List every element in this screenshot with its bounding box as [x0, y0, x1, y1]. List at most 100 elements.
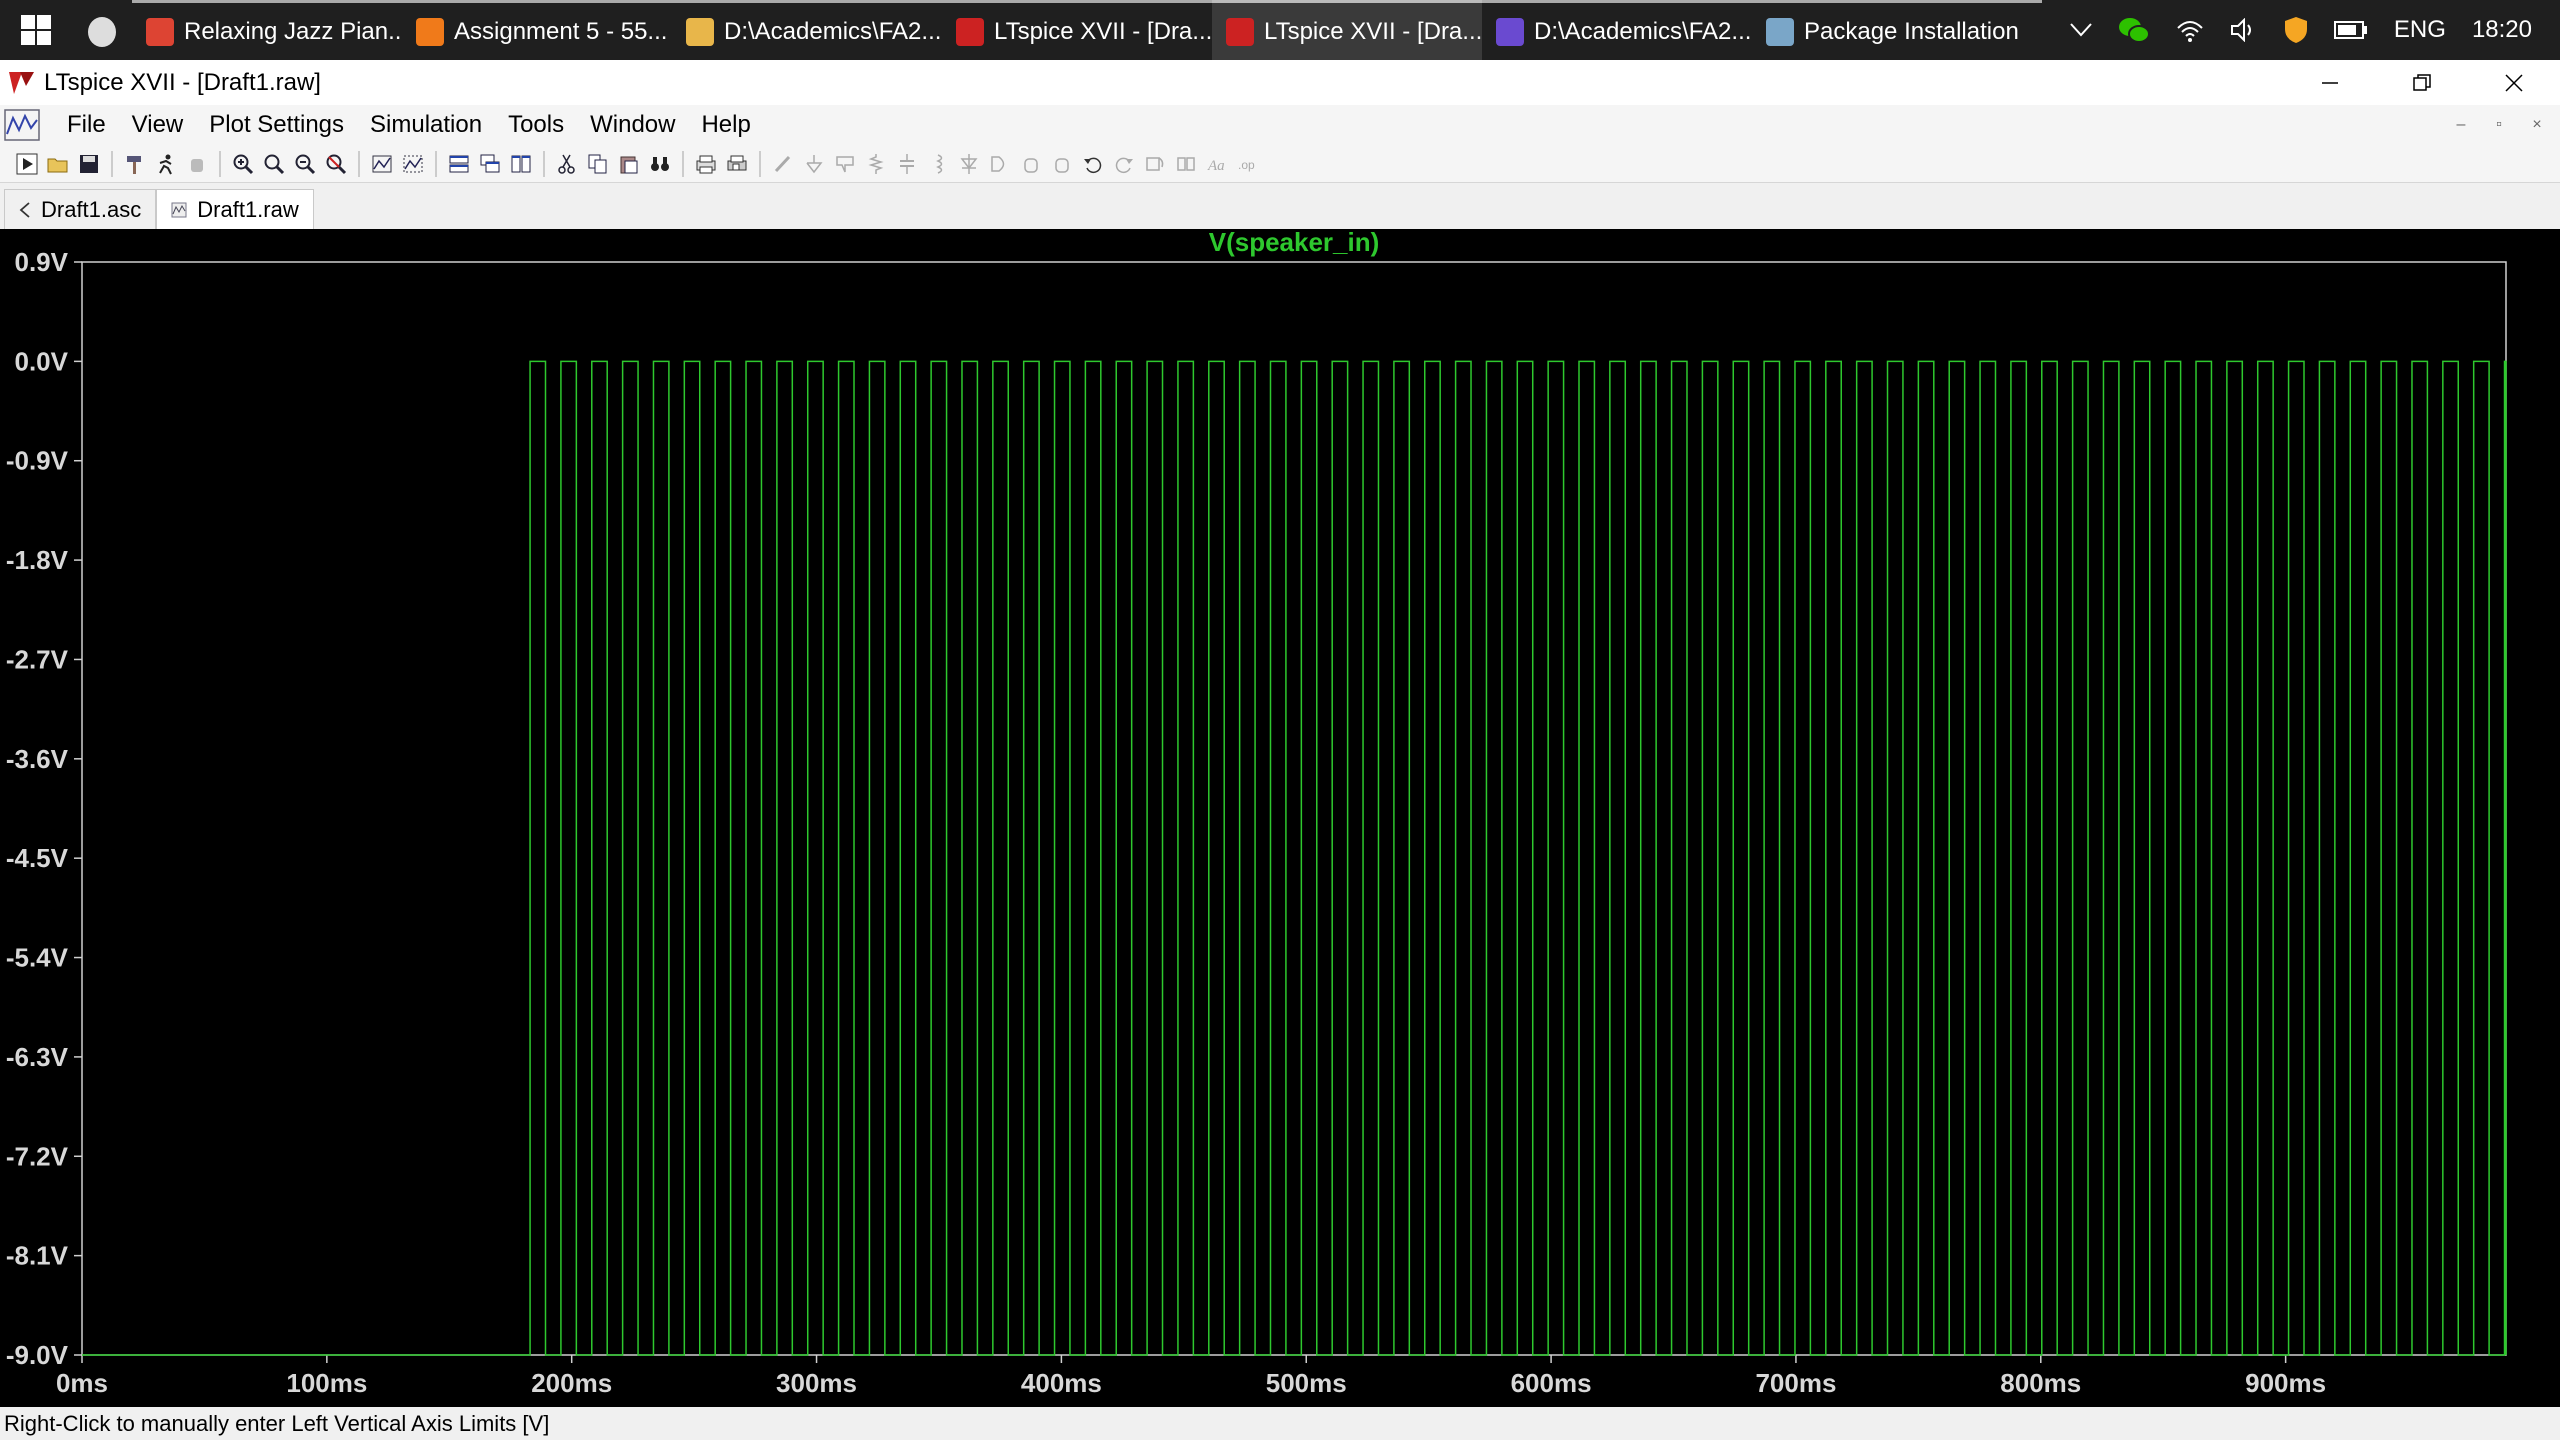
control-panel-button[interactable]	[122, 151, 148, 177]
menu-view[interactable]: View	[119, 111, 197, 139]
cascade-button[interactable]	[477, 151, 503, 177]
mdi-restore-button[interactable]: ▫	[2480, 107, 2518, 143]
rotate-button[interactable]	[1142, 151, 1168, 177]
waveform-plot-pane[interactable]: 0.9V 0.0V -0.9V -1.8V -2.7V -3.6V -4.5V -5.4V -6…	[0, 229, 2560, 1407]
grid-button[interactable]	[400, 151, 426, 177]
taskbar-item[interactable]: LTspice XVII - [Dra...	[942, 0, 1212, 60]
y-axis[interactable]: 0.9V 0.0V -0.9V -1.8V -2.7V -3.6V -4.5V -5.4V -6…	[6, 247, 82, 1370]
language-indicator[interactable]: ENG	[2394, 16, 2446, 44]
taskbar-pinned-app[interactable]	[72, 0, 132, 60]
mdi-close-button[interactable]: ×	[2518, 107, 2556, 143]
chevron-up-icon[interactable]	[2070, 23, 2092, 37]
menu-simulation[interactable]: Simulation	[357, 111, 495, 139]
clock[interactable]: 18:20	[2472, 16, 2532, 44]
menu-help[interactable]: Help	[688, 111, 763, 139]
capacitor-button[interactable]	[894, 151, 920, 177]
run-button[interactable]	[14, 151, 40, 177]
move-button[interactable]	[1018, 151, 1044, 177]
y-tick-label: -0.9V	[6, 446, 69, 476]
zoom-out-button[interactable]	[292, 151, 318, 177]
y-tick-label: 0.9V	[15, 247, 69, 277]
undo-button[interactable]	[1080, 151, 1106, 177]
waveform-chart[interactable]: 0.9V 0.0V -0.9V -1.8V -2.7V -3.6V -4.5V -5.4V -6…	[0, 229, 2560, 1407]
trace-group[interactable]	[82, 360, 2507, 1356]
close-button[interactable]	[2468, 60, 2560, 105]
tab-draft1-asc[interactable]: Draft1.asc	[4, 189, 157, 229]
draw-wire-button[interactable]	[770, 151, 796, 177]
zoom-fit-button[interactable]	[323, 151, 349, 177]
print-preview-button[interactable]	[724, 151, 750, 177]
minimize-button[interactable]	[2284, 60, 2376, 105]
taskbar-item[interactable]: Assignment 5 - 55...	[402, 0, 672, 60]
minimize-icon: –	[2456, 116, 2466, 133]
y-tick-label: -9.0V	[6, 1340, 69, 1370]
resistor-button[interactable]	[863, 151, 889, 177]
battery-icon[interactable]	[2333, 21, 2368, 39]
volume-icon[interactable]	[2230, 18, 2258, 42]
mdi-minimize-button[interactable]: –	[2442, 107, 2480, 143]
taskbar-item[interactable]: D:\Academics\FA2...	[1482, 0, 1752, 60]
ltspice-icon	[956, 17, 984, 46]
x-tick-label: 100ms	[286, 1368, 367, 1398]
start-button[interactable]	[0, 0, 72, 60]
save-button[interactable]	[76, 151, 102, 177]
menu-file[interactable]: File	[54, 111, 119, 139]
mirror-button[interactable]	[1173, 151, 1199, 177]
spice-directive-button[interactable]: .op	[1235, 151, 1261, 177]
x-tick-label: 900ms	[2245, 1368, 2326, 1398]
magnifier-icon	[264, 154, 285, 174]
copy-button[interactable]	[585, 151, 611, 177]
ltspice-icon[interactable]	[4, 66, 38, 100]
menu-bar: File View Plot Settings Simulation Tools Wind…	[0, 105, 2560, 145]
taskbar-item-label: Assignment 5 - 55...	[454, 17, 668, 45]
open-button[interactable]	[45, 151, 71, 177]
zoom-in-button[interactable]	[230, 151, 256, 177]
taskbar-item-label: LTspice XVII - [Dra...	[1264, 17, 1482, 45]
cut-button[interactable]	[554, 151, 580, 177]
diode-button[interactable]	[956, 151, 982, 177]
wifi-icon[interactable]	[2176, 18, 2204, 42]
taskbar-item[interactable]: D:\Academics\FA2...	[672, 0, 942, 60]
redo-button[interactable]	[1111, 151, 1137, 177]
tab-draft1-raw[interactable]: Draft1.raw	[156, 189, 314, 229]
trace-speaker-in[interactable]	[82, 360, 2507, 1356]
status-bar: Right-Click to manually enter Left Verti…	[0, 1407, 2560, 1440]
component-button[interactable]	[987, 151, 1013, 177]
inductor-button[interactable]	[925, 151, 951, 177]
tile-vertical-button[interactable]	[508, 151, 534, 177]
x-axis[interactable]: 0ms 100ms 200ms 300ms 400ms 500ms 600ms 700ms 80…	[56, 1355, 2326, 1398]
zoom-out-icon	[295, 154, 316, 174]
trace-title[interactable]: V(speaker_in)	[1209, 229, 1380, 257]
paste-button[interactable]	[616, 151, 642, 177]
pan-button[interactable]	[261, 151, 287, 177]
drag-button[interactable]	[1049, 151, 1075, 177]
print-button[interactable]	[693, 151, 719, 177]
menu-tools[interactable]: Tools	[495, 111, 577, 139]
tile-horizontal-button[interactable]	[446, 151, 472, 177]
toolbar-separator	[435, 150, 437, 177]
text-button[interactable]: Aa	[1204, 151, 1230, 177]
copy-icon	[588, 154, 607, 173]
restore-button[interactable]	[2376, 60, 2468, 105]
taskbar-item[interactable]: LTspice XVII - [Dra...	[1212, 0, 1482, 60]
diode-icon	[960, 153, 978, 174]
ground-button[interactable]	[801, 151, 827, 177]
run-sim-button[interactable]	[153, 151, 179, 177]
menu-plot-settings[interactable]: Plot Settings	[196, 111, 357, 139]
halt-button[interactable]	[184, 151, 210, 177]
label-net-button[interactable]	[832, 151, 858, 177]
wechat-icon[interactable]	[2118, 16, 2150, 44]
menu-window[interactable]: Window	[577, 111, 688, 139]
taskbar-item[interactable]: Package Installation	[1752, 0, 2042, 60]
waveform-document-icon[interactable]	[4, 108, 40, 142]
status-text: Right-Click to manually enter Left Verti…	[4, 1410, 550, 1436]
app-launcher-icon	[88, 16, 116, 47]
capacitor-icon	[900, 153, 914, 174]
find-button[interactable]	[647, 151, 673, 177]
system-tray: ENG 18:20	[2070, 16, 2560, 44]
inductor-icon	[936, 153, 943, 174]
taskbar-item[interactable]: Relaxing Jazz Pian...	[132, 0, 402, 60]
autorange-button[interactable]	[369, 151, 395, 177]
visual-studio-icon	[1496, 17, 1524, 46]
security-shield-icon[interactable]	[2284, 16, 2308, 44]
